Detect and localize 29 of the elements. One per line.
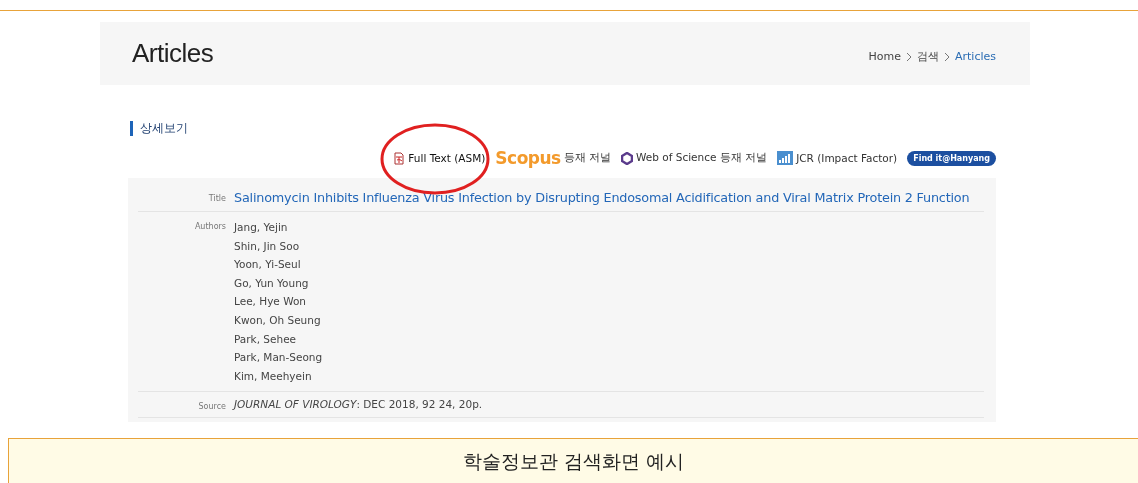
section-title: 상세보기 <box>130 121 996 136</box>
author-name: Lee, Hye Won <box>234 294 307 310</box>
page-title: Articles <box>132 38 214 69</box>
author-name: Yoon, Yi-Seul <box>234 257 302 273</box>
caption: 학술정보관 검색화면 예시 <box>462 448 685 474</box>
breadcrumb-link[interactable]: 검색 <box>916 49 939 64</box>
breadcrumb-link[interactable]: Home <box>868 50 901 63</box>
author-name: Kwon, Oh Seung <box>234 312 322 328</box>
jcr-link[interactable]: JCR (Impact Factor) <box>777 151 898 165</box>
field-label: Authors <box>193 221 226 233</box>
pdf-icon <box>393 151 406 165</box>
field-label: Source <box>197 401 226 412</box>
source-text: JOURNAL OF VIROLOGY: DEC 2018, 92 24, 20p. <box>234 398 483 412</box>
author-name: Jang, Yejin <box>234 220 289 235</box>
chevron-icon <box>905 51 912 62</box>
author-name: Park, Sehee <box>234 331 298 347</box>
article-title-link[interactable]: Salinomycin Inhibits Influenza Virus Infection by Disrupting Endosomal Acidification and Viral Matrix Protein 2 Function <box>234 190 970 205</box>
breadcrumb-link[interactable]: Articles <box>954 50 996 63</box>
find-it-button[interactable]: Find it@Hanyang <box>907 150 996 166</box>
author-name: Go, Yun Young <box>234 275 310 291</box>
author-name: Shin, Jin Soo <box>234 238 301 254</box>
field-label: Title <box>207 193 226 205</box>
author-name: Park, Man-Seong <box>234 350 323 366</box>
bar-chart-icon <box>777 151 794 165</box>
author-name: Kim, Meehyein <box>234 368 313 384</box>
web-of-science-link[interactable]: Web of Science 등재 저널 <box>621 151 768 165</box>
chevron-icon <box>943 51 950 62</box>
hexagon-icon <box>621 151 634 165</box>
full-text-link[interactable]: Full Text (ASM) <box>393 151 486 165</box>
